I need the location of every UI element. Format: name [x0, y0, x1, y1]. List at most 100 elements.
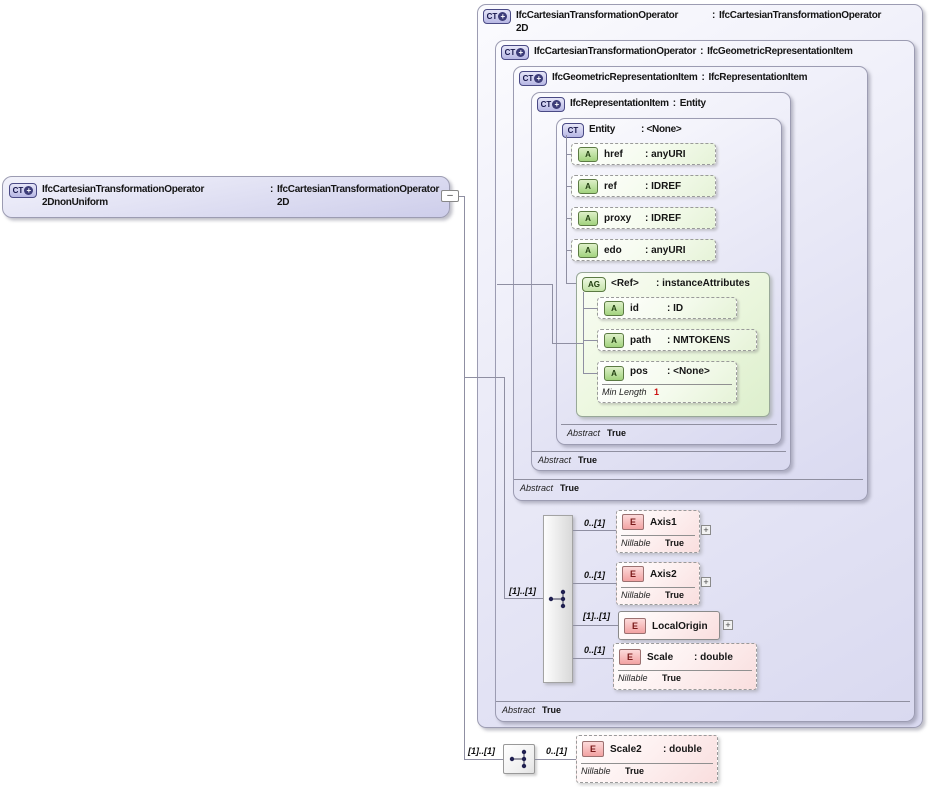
- attribute-box-ref[interactable]: A ref : IDREF: [571, 175, 716, 197]
- box-header: CT+ IfcCartesianTransformationOperator 2…: [483, 9, 881, 35]
- abstract-value: True: [560, 483, 579, 493]
- element-row: E Scale : double: [619, 649, 733, 665]
- attribute-box-proxy[interactable]: A proxy : IDREF: [571, 207, 716, 229]
- base-type-line1: IfcCartesianTransformationOperator: [719, 9, 881, 22]
- type-name: IfcCartesianTransformationOperator 2Dnon…: [42, 183, 266, 209]
- nillable-label: Nillable: [621, 538, 665, 548]
- attribute-name: edo: [604, 245, 645, 256]
- plus-glyph: +: [24, 186, 33, 195]
- attribute-box-path[interactable]: A path : NMTOKENS: [597, 329, 757, 351]
- base-type: : <None>: [641, 123, 681, 136]
- attribute-icon: A: [578, 211, 598, 226]
- base-type: Entity: [680, 97, 706, 110]
- minlength-label: Min Length: [602, 387, 654, 397]
- attribute-type: : ID: [667, 303, 683, 314]
- attribute-name: pos: [630, 366, 667, 377]
- attribute-group-type: : instanceAttributes: [656, 277, 750, 290]
- attribute-box-edo[interactable]: A edo : anyURI: [571, 239, 716, 261]
- type-name-line1: IfcCartesianTransformationOperator: [42, 183, 266, 196]
- complextype-icon: CT+: [519, 71, 547, 86]
- element-box-axis2[interactable]: E Axis2 Nillable True: [616, 562, 700, 605]
- attribute-type: : NMTOKENS: [667, 335, 730, 346]
- colon-separator: :: [698, 71, 709, 84]
- colon-separator: :: [708, 9, 719, 22]
- attribute-box-href[interactable]: A href : anyURI: [571, 143, 716, 165]
- base-type: IfcGeometricRepresentationItem: [707, 45, 853, 58]
- element-name: LocalOrigin: [652, 621, 708, 632]
- complextype-icon: CT+: [537, 97, 565, 112]
- connector-line: [497, 284, 552, 285]
- attribute-tree-line: [566, 186, 571, 187]
- attribute-tree-line: [583, 340, 597, 341]
- abstract-label: Abstract: [538, 455, 578, 465]
- element-box-scale2[interactable]: E Scale2 : double Nillable True: [576, 735, 718, 783]
- attribute-tree-line: [566, 154, 571, 155]
- base-type: IfcCartesianTransformationOperator: [719, 9, 881, 22]
- attribute-type: : <None>: [667, 366, 710, 377]
- connector-line: [573, 658, 613, 659]
- nillable-value: True: [625, 766, 644, 776]
- collapse-handle[interactable]: –: [441, 190, 459, 202]
- connector-line: [535, 759, 576, 760]
- abstract-facet-row: Abstract True: [496, 701, 910, 715]
- attribute-type: : IDREF: [645, 213, 681, 224]
- connector-line: [464, 377, 505, 378]
- attribute-icon: A: [604, 301, 624, 316]
- nillable-label: Nillable: [621, 590, 665, 600]
- attribute-type: : anyURI: [645, 245, 686, 256]
- attribute-icon: A: [578, 147, 598, 162]
- type-name-line2: 2DnonUniform: [42, 196, 266, 209]
- plus-glyph: +: [498, 12, 507, 21]
- nillable-value: True: [665, 538, 684, 548]
- cardinality-label-scale2: 0..[1]: [546, 746, 567, 756]
- attribute-tree-line: [566, 135, 567, 283]
- attribute-name: ref: [604, 181, 645, 192]
- attribute-name: href: [604, 149, 645, 160]
- attribute-name: id: [630, 303, 667, 314]
- attribute-icon: A: [578, 243, 598, 258]
- nillable-facet-row: Nillable True: [581, 763, 713, 776]
- abstract-facet-row: Abstract True: [514, 479, 863, 493]
- attribute-name: proxy: [604, 213, 645, 224]
- attribute-box-pos[interactable]: A pos : <None> Min Length 1: [597, 361, 737, 403]
- sequence-compositor-bar[interactable]: [543, 515, 573, 683]
- connector-line: [552, 284, 553, 343]
- attribute-tree-line: [583, 292, 584, 374]
- minlength-value: 1: [654, 387, 659, 397]
- type-name: IfcGeometricRepresentationItem: [552, 71, 698, 84]
- cardinality-label-axis1: 0..[1]: [584, 518, 605, 528]
- main-element-box-ifccartesiantransformationoperator2dnonuniform[interactable]: CT+ IfcCartesianTransformationOperator 2…: [2, 176, 450, 218]
- plus-glyph: +: [516, 48, 525, 57]
- attribute-tree-line: [566, 218, 571, 219]
- box-header: CT+ IfcCartesianTransformationOperator 2…: [9, 183, 439, 209]
- element-box-localorigin[interactable]: E LocalOrigin: [618, 611, 720, 640]
- ct-letters: CT: [505, 46, 516, 59]
- sequence-icon: [547, 588, 569, 610]
- attribute-box-id[interactable]: A id : ID: [597, 297, 737, 319]
- attribute-tree-line: [566, 250, 571, 251]
- nillable-value: True: [662, 673, 681, 683]
- element-icon: E: [619, 649, 641, 665]
- expand-button-axis2[interactable]: +: [701, 577, 711, 587]
- expand-button-axis1[interactable]: +: [701, 525, 711, 535]
- abstract-label: Abstract: [502, 705, 542, 715]
- connector-line: [459, 196, 465, 197]
- abstract-value: True: [542, 705, 561, 715]
- sequence-compositor-icon[interactable]: [503, 744, 535, 774]
- attribute-tree-line: [566, 283, 576, 284]
- attribute-name: path: [630, 335, 667, 346]
- element-box-scale[interactable]: E Scale : double Nillable True: [613, 643, 757, 690]
- connector-line: [464, 196, 465, 760]
- cardinality-label-sequence: [1]..[1]: [509, 586, 536, 596]
- expand-button-localorigin[interactable]: +: [723, 620, 733, 630]
- plus-glyph: +: [534, 74, 543, 83]
- abstract-value: True: [578, 455, 597, 465]
- attribute-group-icon: AG: [582, 277, 606, 292]
- attribute-group-name: <Ref>: [611, 277, 656, 290]
- abstract-facet-row: Abstract True: [532, 451, 786, 465]
- abstract-facet-row: Abstract True: [561, 424, 777, 438]
- nillable-label: Nillable: [581, 766, 625, 776]
- abstract-label: Abstract: [567, 428, 607, 438]
- base-type: IfcRepresentationItem: [709, 71, 808, 84]
- element-box-axis1[interactable]: E Axis1 Nillable True: [616, 510, 700, 553]
